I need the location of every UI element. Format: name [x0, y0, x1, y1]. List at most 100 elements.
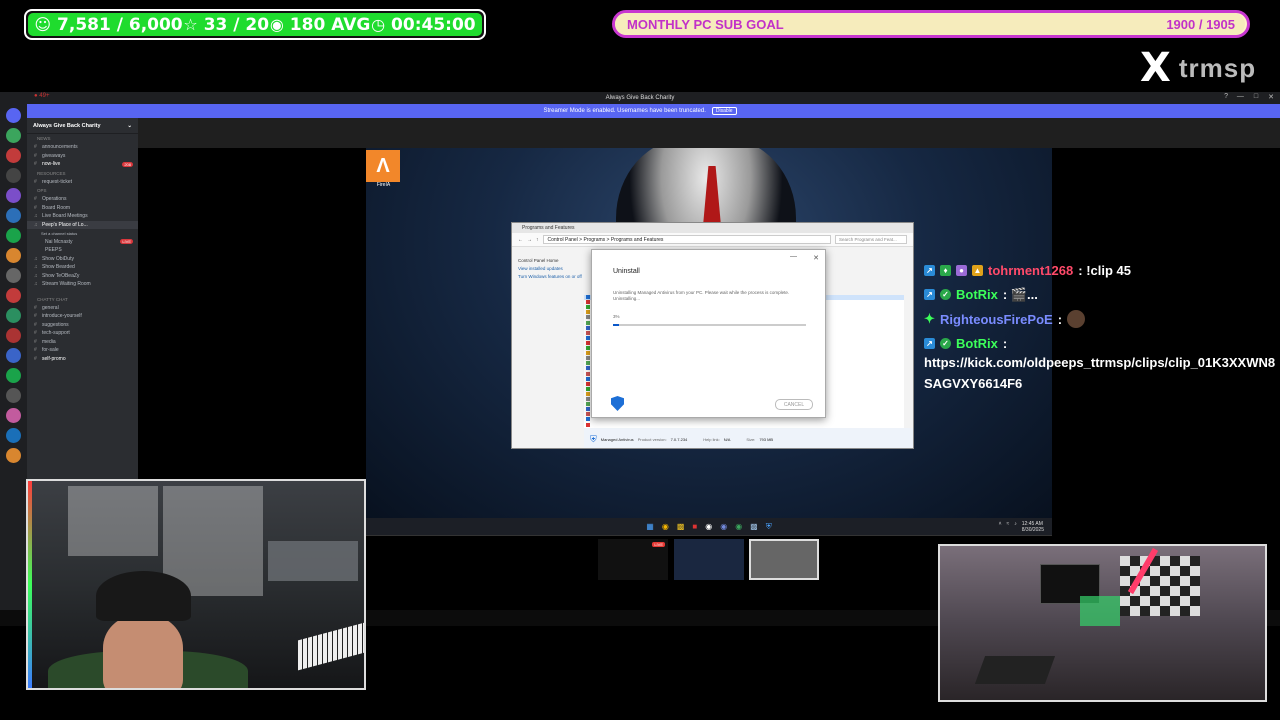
control-panel-home-link[interactable]: Control Panel Home: [518, 257, 582, 265]
channel-item[interactable]: ♫ Show ObiDuty: [27, 255, 138, 264]
breadcrumb[interactable]: Control Panel > Programs > Programs and …: [542, 235, 831, 244]
server-icon[interactable]: [6, 408, 21, 423]
program-icon: [586, 325, 590, 330]
chat-text: : !clip 45: [1078, 262, 1131, 278]
progress-percent: 3%: [613, 314, 620, 319]
forward-icon[interactable]: →: [527, 237, 532, 243]
server-icon[interactable]: [6, 448, 21, 463]
channel-item[interactable]: # Board Room: [27, 204, 138, 213]
minimize-icon[interactable]: —: [1237, 93, 1244, 101]
server-icon[interactable]: [6, 248, 21, 263]
system-tray: ˄ ≈ ♪ 12:45 AM 8/30/2025: [999, 521, 1044, 533]
voice-user[interactable]: Nai Mcnasty LIVE: [27, 238, 138, 247]
scene-thumbnail[interactable]: LIVE: [598, 539, 668, 580]
desktop-icon[interactable]: Λ FireIA: [366, 150, 401, 190]
server-icon[interactable]: [6, 128, 21, 143]
channel-item[interactable]: # suggestions: [27, 321, 138, 330]
program-icon: [586, 376, 590, 381]
chat-link[interactable]: https://kick.com/oldpeeps_ttrmsp/clips/c…: [924, 352, 1280, 394]
xbox-icon[interactable]: ◉: [735, 522, 742, 531]
disable-streamer-mode-button[interactable]: Disable: [711, 107, 737, 115]
sub-goal-label: MONTHLY PC SUB GOAL: [627, 16, 784, 32]
windows-start-icon[interactable]: ▦: [646, 522, 654, 531]
scene-thumbnail[interactable]: [674, 539, 744, 580]
server-icon[interactable]: [6, 288, 21, 303]
channel-item[interactable]: # self-promo: [27, 355, 138, 364]
chevron-up-icon[interactable]: ˄: [999, 521, 1002, 533]
chat-message: ✦ RighteousFirePoE :: [924, 307, 1280, 332]
program-icon: [586, 295, 590, 299]
category-chatty[interactable]: CHATTY CHAT: [27, 295, 138, 304]
server-icon[interactable]: [6, 148, 21, 163]
verified-icon: ✓: [940, 338, 951, 350]
server-icon[interactable]: [6, 348, 21, 363]
sub-badge-icon: ♦: [940, 264, 951, 276]
channel-item[interactable]: # for-sale: [27, 346, 138, 355]
installed-updates-link[interactable]: View installed updates: [518, 265, 582, 273]
close-icon[interactable]: ✕: [813, 254, 819, 262]
category-news[interactable]: NEWS: [27, 134, 138, 143]
channel-status[interactable]: Set a channel status: [27, 229, 138, 238]
server-icon[interactable]: [6, 208, 21, 223]
server-icon[interactable]: [6, 368, 21, 383]
program-icon: [586, 391, 590, 396]
channel-item[interactable]: # giveaways: [27, 152, 138, 161]
back-icon[interactable]: ←: [518, 237, 523, 243]
scene-thumbnail-active[interactable]: [749, 539, 819, 580]
hash-icon: #: [34, 313, 37, 320]
program-icon: [586, 320, 590, 325]
back-icon[interactable]: ● 49+: [34, 93, 49, 99]
server-header[interactable]: Always Give Back Charity ⌄: [27, 118, 138, 134]
app-icon[interactable]: ■: [692, 522, 697, 531]
channel-item[interactable]: # Operations: [27, 195, 138, 204]
channel-item[interactable]: ♫ Stream Waiting Room: [27, 280, 138, 289]
windows-features-link[interactable]: Turn Windows features on or off: [518, 273, 582, 281]
category-ops[interactable]: OPS: [27, 186, 138, 195]
favorites-stat: ☆ 33 / 20: [183, 14, 270, 35]
server-icon[interactable]: [6, 168, 21, 183]
app-icon[interactable]: ▩: [750, 522, 758, 531]
server-icon[interactable]: [6, 428, 21, 443]
timer-stat: ◷ 00:45:00: [371, 14, 476, 35]
channel-item[interactable]: # general: [27, 304, 138, 313]
dialog-title: Uninstall: [613, 268, 640, 275]
channel-item[interactable]: ♫ Live Board Meetings: [27, 212, 138, 221]
discord-icon[interactable]: ◉: [720, 522, 727, 531]
minimize-icon[interactable]: —: [790, 253, 797, 260]
shield-icon[interactable]: ⛨: [766, 522, 772, 532]
server-icon[interactable]: [6, 328, 21, 343]
server-icon[interactable]: [6, 388, 21, 403]
up-icon[interactable]: ↑: [536, 237, 539, 243]
program-row[interactable]: [584, 422, 904, 428]
channel-item[interactable]: ♫ Show Bearded: [27, 263, 138, 272]
server-icon[interactable]: [6, 308, 21, 323]
channel-item[interactable]: # introduce-yourself: [27, 312, 138, 321]
server-icon[interactable]: [6, 268, 21, 283]
channel-item[interactable]: # media: [27, 338, 138, 347]
app-icon[interactable]: ◉: [705, 522, 712, 531]
server-icon[interactable]: [6, 228, 21, 243]
search-input[interactable]: Search Programs and Feat...: [835, 235, 907, 244]
channel-item[interactable]: ♫ Show TeOBeaZy: [27, 272, 138, 281]
channel-item[interactable]: # request-ticket: [27, 178, 138, 187]
chrome-icon[interactable]: ◉: [662, 522, 669, 531]
explorer-icon[interactable]: ▩: [677, 522, 685, 531]
voice-user[interactable]: PEEPS: [27, 246, 138, 255]
category-resources[interactable]: RESOURCES: [27, 169, 138, 178]
volume-icon[interactable]: ♪: [1014, 521, 1017, 533]
channel-item[interactable]: # now-live 208: [27, 160, 138, 169]
channel-item[interactable]: # tech-support: [27, 329, 138, 338]
help-icon[interactable]: ?: [1224, 93, 1228, 100]
voice-icon: ♫: [34, 281, 38, 288]
wifi-icon[interactable]: ≈: [1007, 521, 1010, 533]
maximize-icon[interactable]: □: [1254, 93, 1258, 101]
channel-item[interactable]: ♫ Peep's Place of Lo...: [27, 220, 138, 229]
clock-time[interactable]: 12:45 AM 8/30/2025: [1022, 521, 1044, 533]
sub-goal-bar: MONTHLY PC SUB GOAL 1900 / 1905: [612, 10, 1250, 38]
program-icon: [586, 356, 590, 361]
discord-home-icon[interactable]: [6, 108, 21, 123]
close-icon[interactable]: ✕: [1268, 93, 1274, 101]
cancel-button[interactable]: CANCEL: [775, 399, 813, 410]
server-icon[interactable]: [6, 188, 21, 203]
channel-item[interactable]: # announcements: [27, 143, 138, 152]
